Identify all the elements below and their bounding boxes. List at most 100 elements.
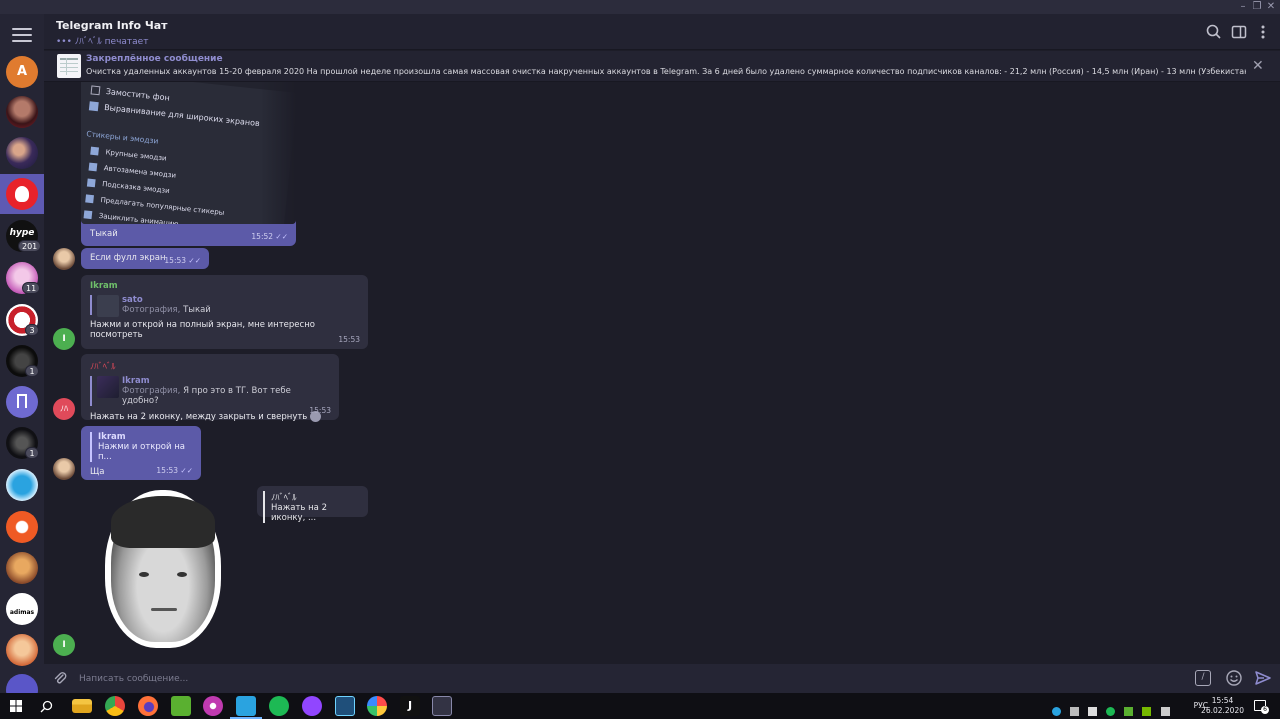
chat-avatar-adimas[interactable]: adimas bbox=[6, 593, 38, 625]
ikram-avatar[interactable]: I bbox=[53, 328, 75, 350]
message-bubble[interactable]: ﾉﾊﾞﾍﾞﾙ Ikram Фотография, Я про это в ТГ.… bbox=[81, 354, 339, 422]
setting-tile-bg: Замостить фон bbox=[90, 85, 170, 103]
chat-title[interactable]: Telegram Info Чат bbox=[56, 19, 168, 32]
minimize-icon[interactable]: – bbox=[1236, 0, 1250, 14]
sender-name[interactable]: Ikram bbox=[90, 281, 359, 291]
sender-name[interactable]: ﾉﾊﾞﾍﾞﾙ bbox=[90, 360, 330, 372]
more-icon[interactable] bbox=[1254, 23, 1272, 41]
chat-avatar-bookmark[interactable] bbox=[6, 386, 38, 418]
settings-photo[interactable]: Замостить фон Выравнивание для широких э… bbox=[81, 82, 296, 224]
ikram-avatar[interactable]: I bbox=[53, 634, 75, 656]
system-clock[interactable]: 15:54 26.02.2020 bbox=[1201, 696, 1244, 716]
windows-taskbar: J РУС 15:54 26.02.2020 6 bbox=[0, 693, 1280, 719]
close-window-icon[interactable]: ✕ bbox=[1264, 0, 1278, 14]
reply-bubble[interactable]: ﾉﾊﾞﾍﾞﾙ Нажать на 2 иконку, ... bbox=[257, 486, 368, 523]
self-avatar[interactable]: A bbox=[6, 56, 38, 88]
v-app-icon[interactable] bbox=[335, 696, 355, 716]
chrome-icon[interactable] bbox=[105, 696, 125, 716]
chat-avatar-14[interactable] bbox=[6, 634, 38, 666]
chat-avatar-1[interactable] bbox=[6, 96, 38, 128]
unread-badge: 3 bbox=[25, 324, 39, 336]
sender-avatar[interactable] bbox=[53, 458, 75, 480]
setting-item: Автозамена эмодзи bbox=[88, 162, 176, 180]
bot-command-icon[interactable]: / bbox=[1195, 670, 1211, 686]
chat-avatar-11[interactable] bbox=[6, 511, 38, 543]
typing-status: ••• ﾉﾊﾞﾍﾞﾙ печатает bbox=[56, 37, 149, 47]
babel-avatar[interactable]: ﾉﾊ bbox=[53, 398, 75, 420]
message-time: 15:53 bbox=[338, 335, 360, 344]
message-bubble[interactable]: Если фулл экран 15:53 ✓✓ bbox=[81, 248, 209, 269]
unread-badge: 11 bbox=[22, 282, 41, 294]
chat-avatar-2[interactable] bbox=[6, 137, 38, 169]
pinned-message[interactable]: Закреплённое сообщение Очистка удаленных… bbox=[44, 51, 1280, 82]
utorrent-icon[interactable] bbox=[171, 696, 191, 716]
chat-list-rail: A hype 201 11 3 1 1 adimas bbox=[0, 14, 44, 693]
pinwheel-app-icon[interactable] bbox=[367, 696, 387, 716]
reply-preview[interactable]: sato Фотография, Тыкай bbox=[90, 295, 359, 317]
restore-icon[interactable]: ❐ bbox=[1250, 0, 1264, 14]
spotify-icon[interactable] bbox=[269, 696, 289, 716]
chat-avatar-15[interactable] bbox=[6, 674, 38, 693]
pinned-text: Очистка удаленных аккаунтов 15-20 феврал… bbox=[86, 67, 1246, 76]
reply-thumbnail bbox=[97, 376, 119, 398]
search-icon[interactable] bbox=[1205, 23, 1223, 41]
pinned-title: Закреплённое сообщение bbox=[86, 54, 223, 64]
telegram-taskbar-icon[interactable] bbox=[236, 696, 256, 716]
message-list: Замостить фон Выравнивание для широких э… bbox=[44, 82, 1280, 664]
sidebar-toggle-icon[interactable] bbox=[1230, 23, 1248, 41]
setting-item: Зациклить анимацию bbox=[83, 210, 179, 224]
tray-icons[interactable] bbox=[1052, 701, 1178, 716]
reply-preview[interactable]: Ikram Нажми и открой на п... bbox=[90, 432, 192, 462]
chat-avatar-12[interactable] bbox=[6, 552, 38, 584]
menu-icon[interactable] bbox=[12, 28, 32, 42]
message-bubble[interactable]: Ikram Нажми и открой на п... Ща 15:53 ✓✓ bbox=[81, 426, 201, 480]
reply-preview[interactable]: ﾉﾊﾞﾍﾞﾙ Нажать на 2 иконку, ... bbox=[263, 491, 362, 523]
file-explorer-icon[interactable] bbox=[72, 699, 92, 713]
unread-badge: 1 bbox=[25, 365, 39, 377]
windows-start-icon[interactable] bbox=[10, 700, 22, 712]
unread-badge: 1 bbox=[25, 447, 39, 459]
monitor-app-icon[interactable] bbox=[432, 696, 452, 716]
reply-preview[interactable]: Ikram Фотография, Я про это в ТГ. Вот те… bbox=[90, 376, 330, 406]
close-icon[interactable]: ✕ bbox=[1252, 59, 1266, 73]
message-text: Тыкай bbox=[90, 229, 118, 239]
message-input[interactable] bbox=[79, 670, 1179, 687]
sender-avatar[interactable] bbox=[53, 248, 75, 270]
chat-header: Telegram Info Чат ••• ﾉﾊﾞﾍﾞﾙ печатает bbox=[44, 14, 1280, 50]
clock-date: 26.02.2020 bbox=[1201, 706, 1244, 715]
emoji-icon[interactable] bbox=[1225, 669, 1243, 687]
chat-avatar-3-active[interactable] bbox=[6, 178, 38, 210]
unread-badge: 201 bbox=[18, 240, 42, 252]
message-text: Нажми и открой на полный экран, мне инте… bbox=[90, 320, 315, 340]
send-icon[interactable] bbox=[1254, 669, 1272, 687]
reply-name: Ikram bbox=[98, 432, 126, 442]
pinned-thumbnail bbox=[57, 54, 81, 78]
kappa-sticker[interactable] bbox=[103, 490, 223, 650]
message-composer: / bbox=[44, 664, 1280, 693]
message-time: 15:53 bbox=[309, 406, 331, 415]
setting-wide-screen: Выравнивание для широких экранов bbox=[88, 101, 260, 128]
reply-text: Нажать на 2 иконку, ... bbox=[271, 503, 328, 523]
telegram-window: – ❐ ✕ A hype 201 11 3 1 1 adimas Telegra… bbox=[0, 0, 1280, 719]
photo-message[interactable]: Замостить фон Выравнивание для широких э… bbox=[81, 82, 296, 246]
twitch-icon[interactable] bbox=[302, 696, 322, 716]
reply-thumbnail bbox=[97, 295, 119, 317]
reply-name: Ikram bbox=[122, 376, 150, 386]
jetbrains-icon[interactable]: J bbox=[400, 696, 420, 716]
media-player-icon[interactable] bbox=[203, 696, 223, 716]
attach-icon[interactable] bbox=[52, 670, 68, 686]
read-check-icon: ✓✓ bbox=[275, 232, 288, 241]
window-titlebar: – ❐ ✕ bbox=[0, 0, 1280, 14]
message-time: 15:53 ✓✓ bbox=[156, 466, 193, 475]
setting-item: Подсказка эмодзи bbox=[86, 178, 170, 195]
message-time: 15:53 ✓✓ bbox=[164, 256, 201, 265]
reply-name: sato bbox=[122, 295, 143, 305]
firefox-icon[interactable] bbox=[138, 696, 158, 716]
chat-avatar-10[interactable] bbox=[6, 469, 38, 501]
message-bubble[interactable]: Ikram sato Фотография, Тыкай Нажми и отк… bbox=[81, 275, 368, 349]
setting-item: Крупные эмодзи bbox=[90, 146, 167, 163]
read-check-icon: ✓✓ bbox=[188, 256, 201, 265]
search-icon[interactable] bbox=[40, 700, 53, 713]
reply-text: Фотография, Я про это в ТГ. Вот тебе удо… bbox=[122, 386, 291, 406]
reply-text: Фотография, Тыкай bbox=[122, 305, 211, 315]
